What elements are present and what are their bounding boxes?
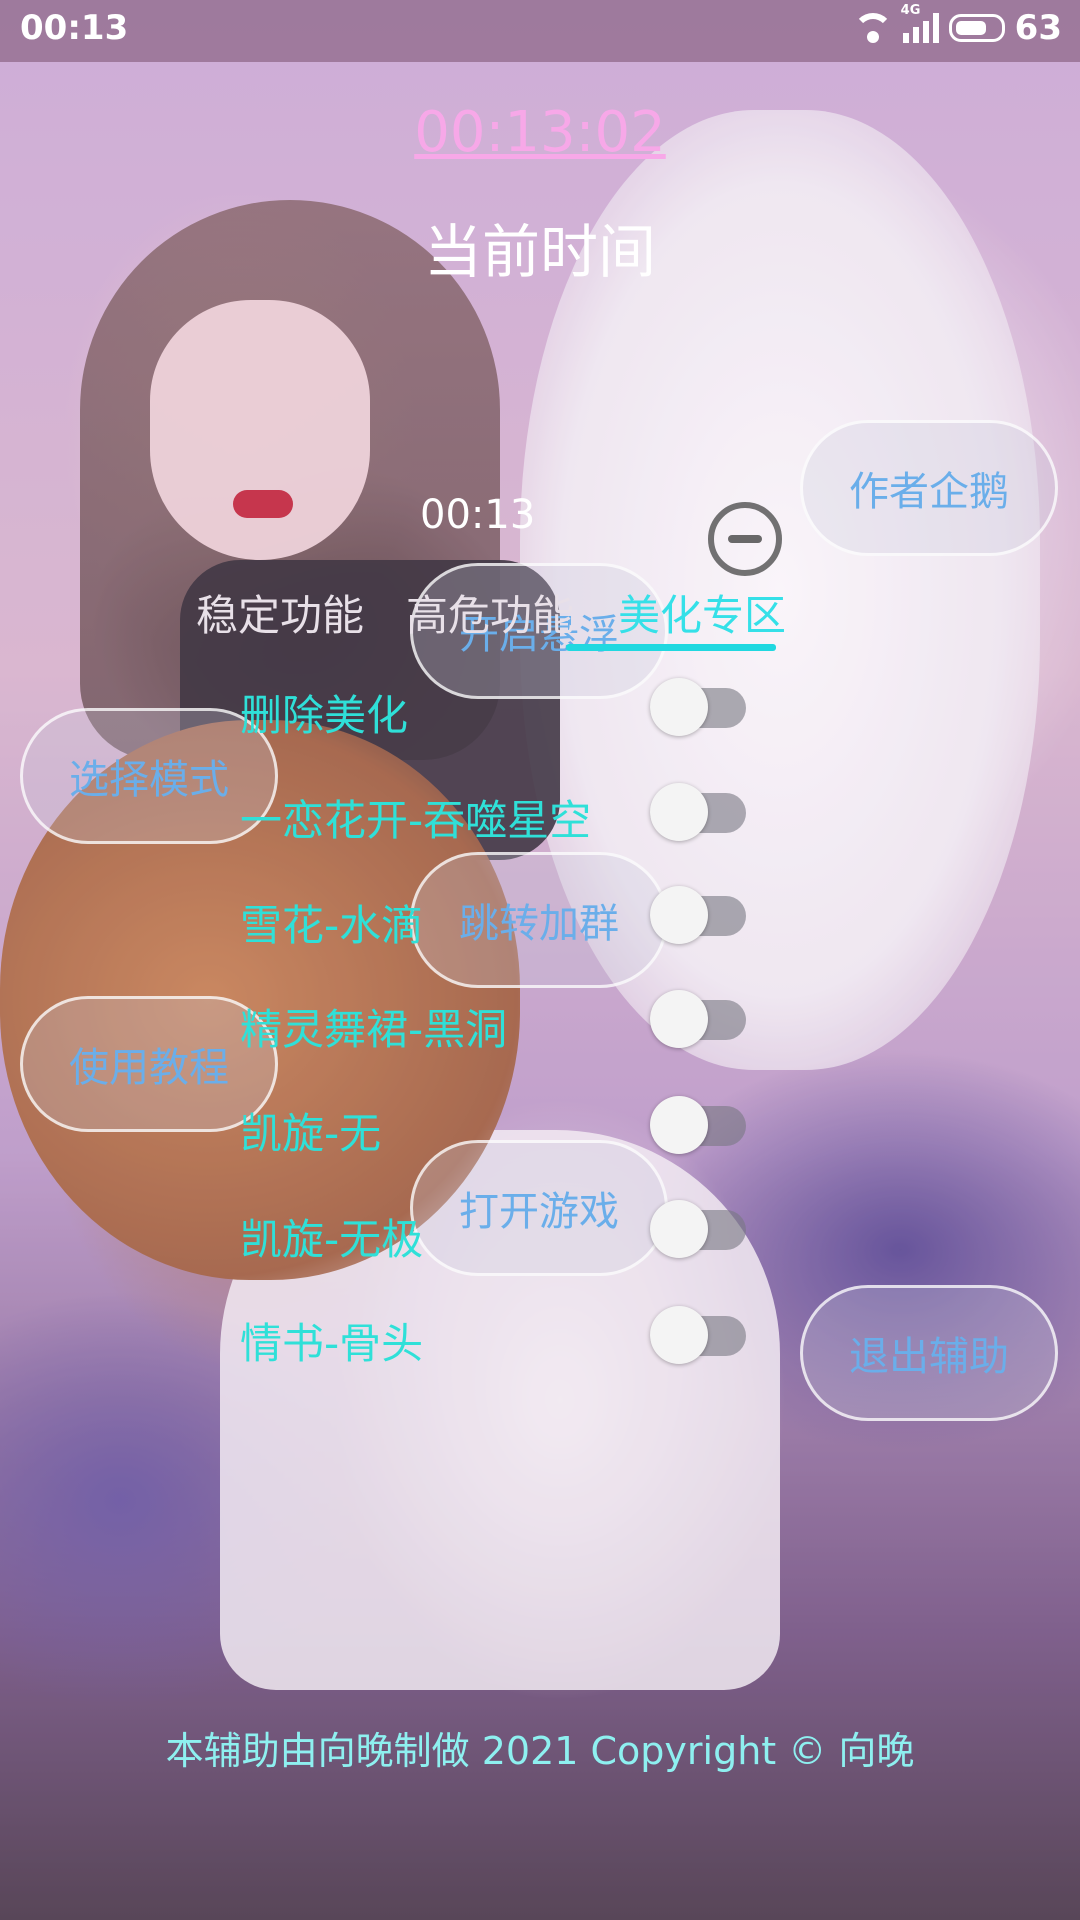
feature-label: 一恋花开-吞噬星空 bbox=[240, 796, 592, 845]
feature-toggle[interactable] bbox=[650, 1096, 746, 1154]
cell-signal-icon: 4G bbox=[901, 3, 939, 43]
minimize-icon[interactable] bbox=[708, 502, 782, 576]
feature-label: 情书-骨头 bbox=[240, 1319, 424, 1368]
status-icons: 4G 63 bbox=[852, 3, 1062, 48]
status-bar: 00:13 4G 63 bbox=[0, 0, 1080, 62]
toggle-knob bbox=[650, 1096, 708, 1154]
feature-label: 雪花-水滴 bbox=[240, 901, 424, 950]
feature-toggle[interactable] bbox=[650, 990, 746, 1048]
join-group-button[interactable]: 跳转加群 bbox=[410, 852, 668, 988]
current-time-display: 00:13:02 bbox=[414, 100, 666, 165]
tab-beautify[interactable]: 美化专区 bbox=[618, 582, 786, 643]
network-type: 4G bbox=[900, 3, 921, 18]
exit-assist-button[interactable]: 退出辅助 bbox=[800, 1285, 1058, 1421]
toggle-knob bbox=[650, 1200, 708, 1258]
copyright-footer: 本辅助由向晚制做 2021 Copyright © 向晚 bbox=[165, 1729, 915, 1773]
feature-toggle[interactable] bbox=[650, 783, 746, 841]
feature-toggle[interactable] bbox=[650, 1200, 746, 1258]
tab-stable[interactable]: 稳定功能 bbox=[196, 582, 364, 643]
battery-icon bbox=[948, 14, 1005, 42]
feature-toggle[interactable] bbox=[650, 1306, 746, 1364]
feature-toggle[interactable] bbox=[650, 678, 746, 736]
toggle-knob bbox=[650, 990, 708, 1048]
feature-label: 凯旋-无极 bbox=[240, 1215, 424, 1264]
current-time-label: 当前时间 bbox=[423, 218, 656, 286]
toggle-knob bbox=[650, 1306, 708, 1364]
feature-label: 凯旋-无 bbox=[240, 1109, 382, 1158]
toggle-knob bbox=[650, 783, 708, 841]
battery-level: 63 bbox=[1014, 8, 1062, 48]
open-game-button[interactable]: 打开游戏 bbox=[410, 1140, 668, 1276]
floating-time: 00:13 bbox=[420, 492, 536, 538]
feature-toggle[interactable] bbox=[650, 886, 746, 944]
toggle-knob bbox=[650, 886, 708, 944]
tab-high-risk[interactable]: 高危功能 bbox=[406, 582, 574, 643]
feature-label: 删除美化 bbox=[240, 691, 409, 740]
toggle-knob bbox=[650, 678, 708, 736]
active-tab-indicator bbox=[566, 644, 776, 651]
feature-label: 精灵舞裙-黑洞 bbox=[240, 1005, 508, 1054]
author-qq-button[interactable]: 作者企鹅 bbox=[800, 420, 1058, 556]
wifi-icon bbox=[852, 13, 893, 43]
status-time: 00:13 bbox=[20, 8, 129, 48]
